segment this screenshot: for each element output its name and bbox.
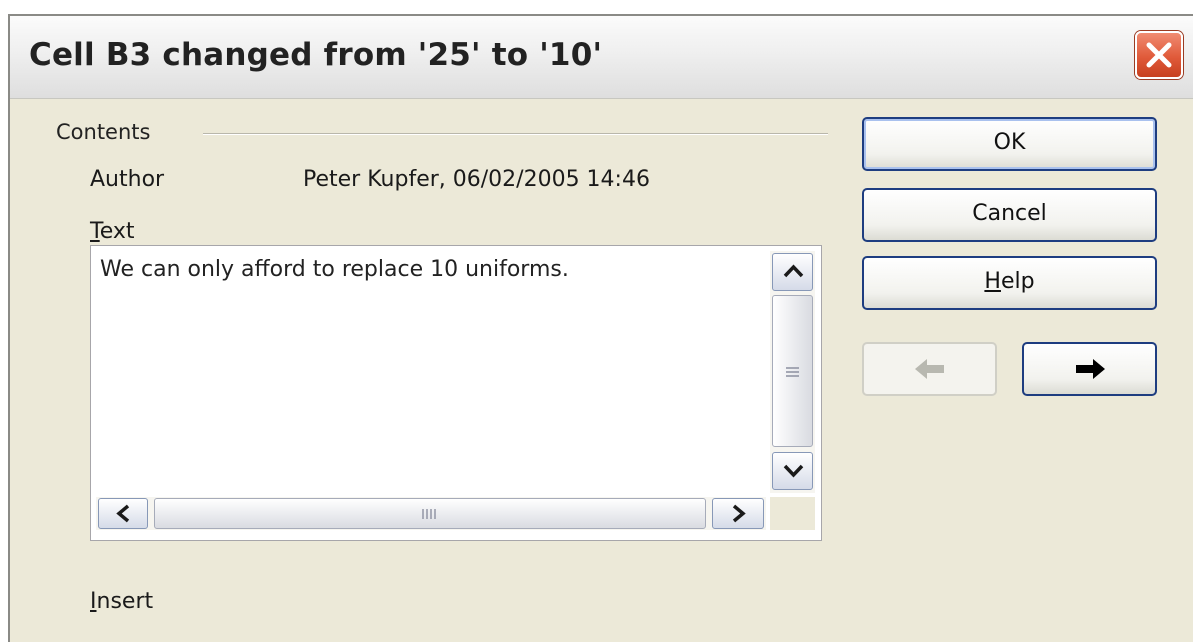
author-value: Peter Kupfer, 06/02/2005 14:46	[303, 167, 650, 192]
group-divider	[203, 133, 828, 135]
arrow-left-icon	[914, 359, 944, 379]
chevron-down-icon	[783, 464, 804, 478]
vertical-scroll-thumb[interactable]	[772, 295, 813, 447]
cancel-button[interactable]: Cancel	[862, 188, 1157, 242]
scroll-up-button[interactable]	[772, 253, 813, 291]
comment-text: We can only afford to replace 10 uniform…	[100, 257, 569, 282]
help-mnemonic: H	[984, 269, 1001, 294]
insert-label: Insert	[90, 589, 153, 614]
close-x-icon	[1146, 42, 1172, 68]
insert-label-rest: nsert	[96, 589, 154, 614]
redlining-comment-dialog: Cell B3 changed from '25' to '10' Conten…	[8, 14, 1193, 642]
previous-button	[862, 342, 997, 396]
arrow-right-icon	[1075, 359, 1105, 379]
help-label-rest: elp	[1000, 269, 1035, 294]
grip-icon	[422, 509, 436, 519]
chevron-up-icon	[783, 264, 804, 278]
ok-button[interactable]: OK	[862, 117, 1157, 171]
author-label: Author	[90, 167, 165, 192]
chevron-right-icon	[732, 504, 746, 523]
scroll-left-button[interactable]	[98, 498, 148, 529]
scroll-down-button[interactable]	[772, 452, 813, 490]
next-button[interactable]	[1022, 342, 1157, 396]
grip-icon	[786, 367, 799, 377]
horizontal-scroll-thumb[interactable]	[154, 498, 706, 529]
chevron-left-icon	[116, 504, 130, 523]
horizontal-scrollbar[interactable]	[96, 497, 766, 530]
text-label-mnemonic: T	[90, 219, 100, 244]
scrollbar-corner	[770, 497, 815, 530]
dialog-title: Cell B3 changed from '25' to '10'	[29, 37, 603, 73]
scroll-right-button[interactable]	[712, 498, 764, 529]
text-label-rest: ext	[99, 219, 135, 244]
text-label: Text	[90, 219, 135, 244]
title-bar[interactable]: Cell B3 changed from '25' to '10'	[10, 16, 1193, 99]
comment-text-area[interactable]: We can only afford to replace 10 uniform…	[90, 245, 822, 541]
vertical-scrollbar[interactable]	[770, 251, 815, 493]
help-button[interactable]: Help	[862, 256, 1157, 310]
close-button[interactable]	[1135, 31, 1183, 79]
contents-group-label: Contents	[56, 120, 151, 144]
